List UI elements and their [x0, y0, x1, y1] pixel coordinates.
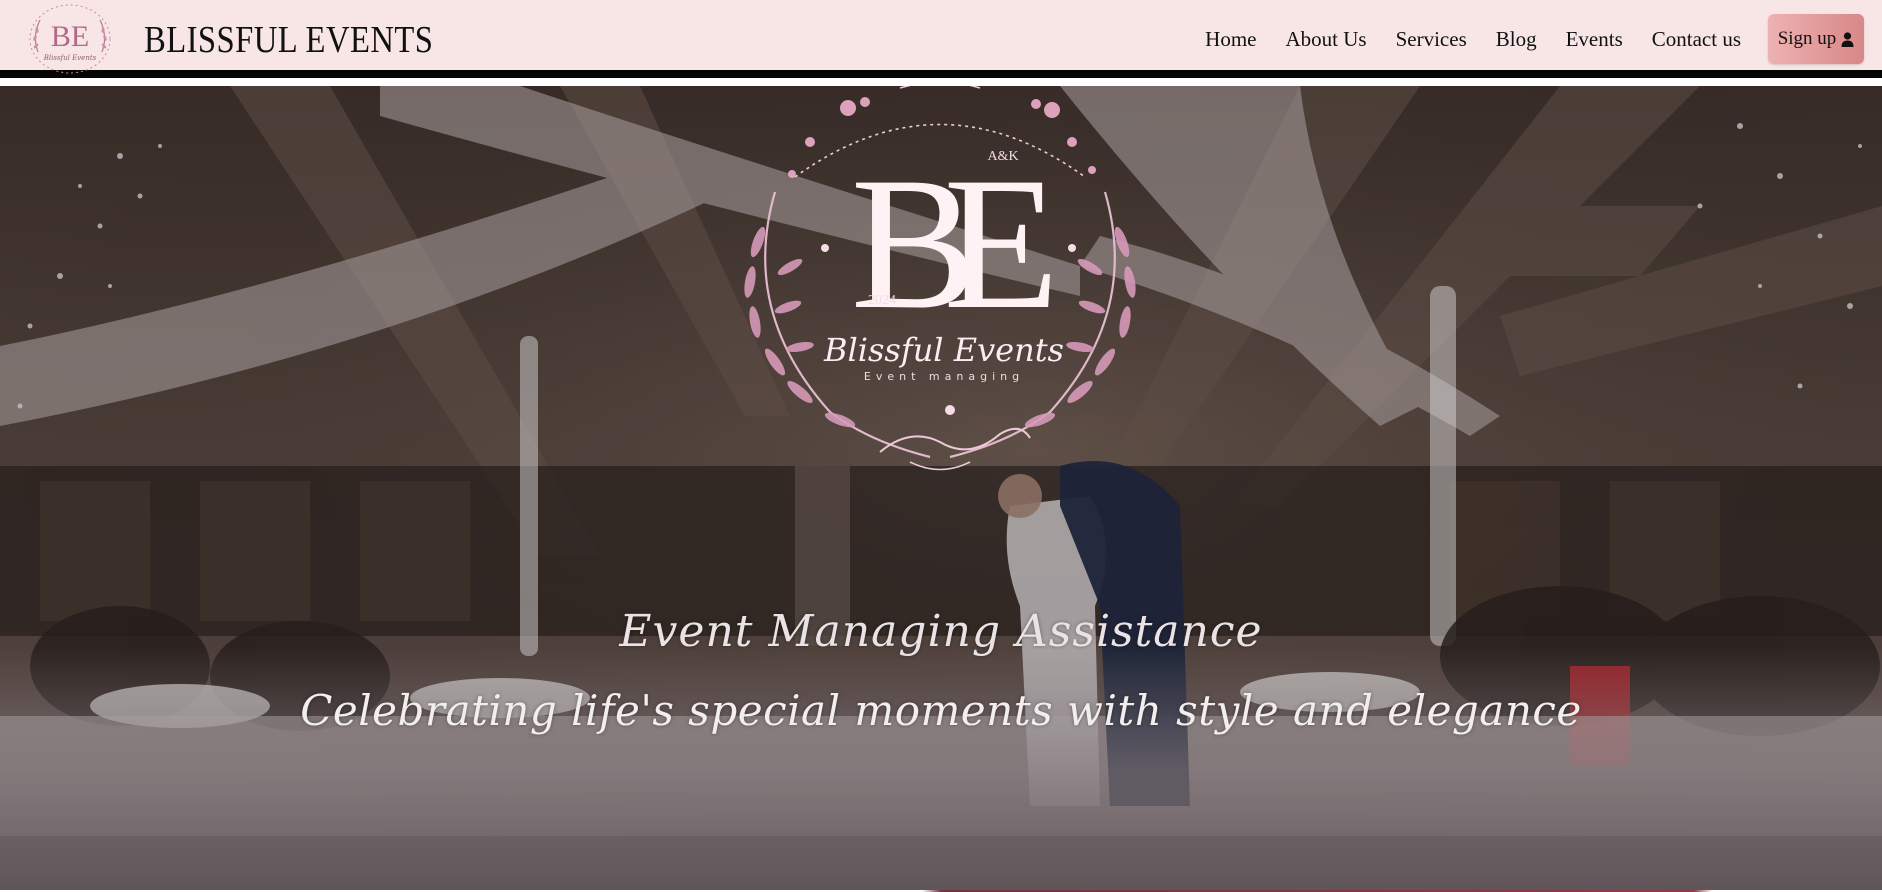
- user-icon: [1841, 31, 1854, 47]
- brand-logo-icon[interactable]: BE Blissful Events: [26, 2, 114, 76]
- hero-logo-monogram: BE: [851, 139, 1051, 349]
- hero-title: Event Managing Assistance: [619, 606, 1263, 657]
- hero-subtitle: Celebrating life's special moments with …: [300, 686, 1582, 735]
- nav-link-services[interactable]: Services: [1396, 27, 1467, 52]
- hero-logo-initials: A&K: [987, 149, 1018, 164]
- nav-link-contact-us[interactable]: Contact us: [1652, 27, 1741, 52]
- sign-up-label: Sign up: [1777, 28, 1837, 49]
- logo-monogram-text: BE: [51, 20, 89, 53]
- hero-section: BE A&K 2024 Blissful Events Event managi…: [0, 86, 1882, 892]
- hero-logo-tagline: Event managing: [864, 370, 1024, 383]
- nav-link-events[interactable]: Events: [1566, 27, 1623, 52]
- top-navbar: BE Blissful Events BLISSFUL EVENTS Home …: [0, 0, 1882, 78]
- logo-caption-text: Blissful Events: [43, 54, 97, 62]
- nav-link-home[interactable]: Home: [1205, 27, 1256, 52]
- hero-logo-script-name: Blissful Events: [823, 331, 1064, 369]
- brand-name[interactable]: BLISSFUL EVENTS: [144, 18, 433, 62]
- nav-links: Home About Us Services Blog Events Conta…: [1205, 0, 1882, 78]
- hero-logo-year: 2024: [868, 293, 896, 308]
- sign-up-button[interactable]: Sign up: [1768, 14, 1864, 64]
- hero-emblem-logo: BE A&K 2024 Blissful Events Event managi…: [744, 86, 1136, 471]
- nav-link-about-us[interactable]: About Us: [1286, 27, 1367, 52]
- nav-link-blog[interactable]: Blog: [1496, 27, 1537, 52]
